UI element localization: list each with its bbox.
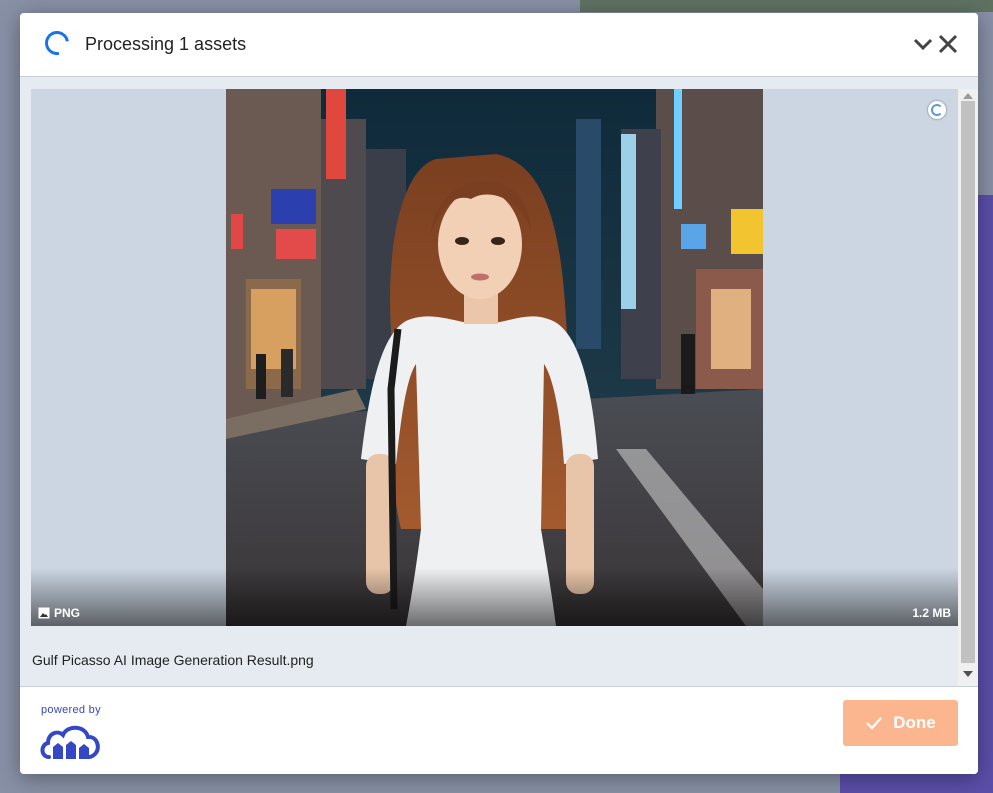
minimize-button[interactable] <box>912 33 934 55</box>
done-button[interactable]: Done <box>843 700 958 746</box>
scroll-down-arrow-icon[interactable] <box>963 671 973 677</box>
asset-filename: Gulf Picasso AI Image Generation Result.… <box>32 652 314 668</box>
scroll-up-arrow-icon[interactable] <box>963 93 973 99</box>
dialog-footer: powered by Done <box>20 686 978 774</box>
background-panel <box>978 195 993 785</box>
dialog-body: PNG 1.2 MB Gulf Picasso AI Image Generat… <box>20 77 978 686</box>
spinner-icon <box>40 26 74 60</box>
background-panel-bottom <box>840 772 993 793</box>
processing-indicator-icon <box>928 101 946 119</box>
close-icon <box>938 34 958 54</box>
format-label: PNG <box>54 606 81 620</box>
cloud-logo-icon[interactable] <box>39 723 103 766</box>
format-badge: PNG <box>38 606 80 620</box>
background-strip <box>580 0 993 12</box>
asset-preview-image <box>226 89 763 626</box>
asset-card[interactable]: PNG 1.2 MB <box>31 89 958 626</box>
done-label: Done <box>893 713 936 732</box>
upload-dialog: Processing 1 assets PNG 1.2 MB Gulf Pica… <box>20 13 978 774</box>
file-size: 1.2 MB <box>912 606 951 620</box>
dialog-title: Processing 1 assets <box>85 34 247 54</box>
chevron-down-icon <box>913 38 933 51</box>
checkmark-icon <box>866 717 883 730</box>
close-button[interactable] <box>937 33 959 55</box>
vertical-scrollbar[interactable] <box>958 89 978 686</box>
scrollbar-thumb[interactable] <box>961 101 975 663</box>
card-info-bar: PNG 1.2 MB <box>31 568 958 626</box>
image-icon <box>38 607 50 619</box>
powered-by-label: powered by <box>41 704 101 716</box>
dialog-header: Processing 1 assets <box>20 13 978 77</box>
